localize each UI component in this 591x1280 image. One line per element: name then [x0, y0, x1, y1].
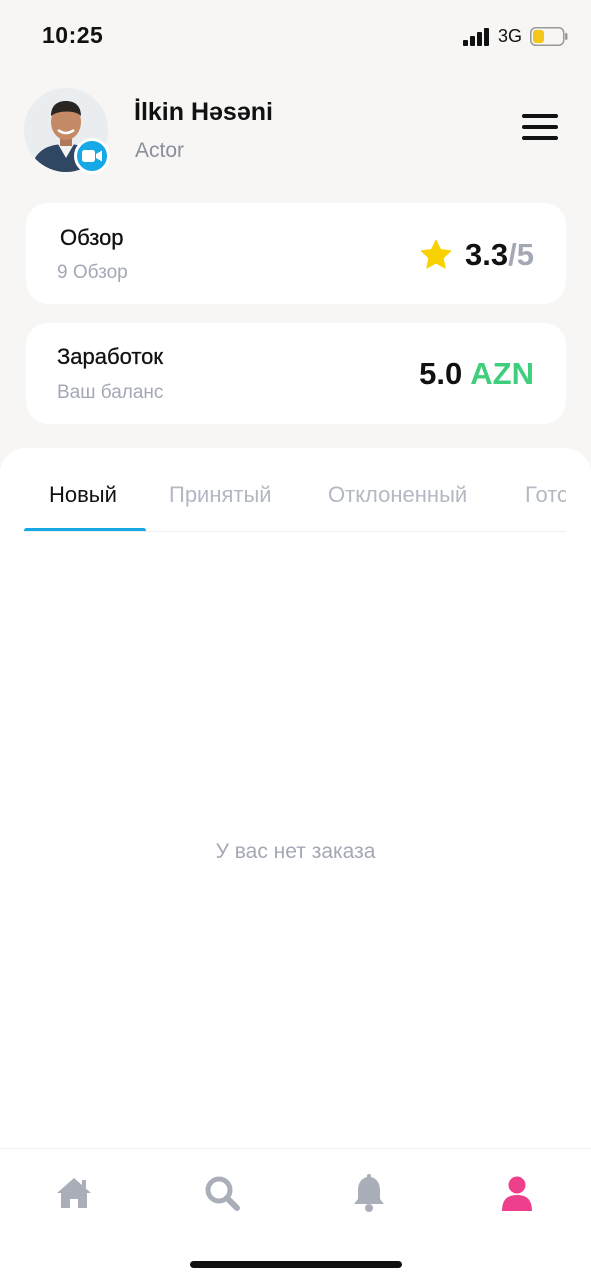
review-card-title: Обзор	[60, 225, 124, 250]
nav-home[interactable]	[54, 1173, 94, 1213]
balance-currency: AZN	[470, 356, 534, 391]
balance-value: 5.0 AZN	[419, 356, 534, 392]
bell-icon	[354, 1174, 384, 1212]
star-icon	[420, 239, 452, 269]
video-camera-icon	[82, 150, 102, 162]
order-tabs: Новый Принятый Отклоненный Готово	[24, 448, 566, 532]
signal-icon	[463, 28, 489, 46]
active-tab-indicator	[24, 528, 146, 531]
hamburger-icon-line	[522, 136, 558, 140]
home-icon	[57, 1178, 91, 1208]
review-card[interactable]: Обзор 9 Обзор 3.3/5	[26, 203, 566, 304]
profile-name: İlkin Həsəni	[134, 98, 273, 126]
video-badge	[74, 138, 110, 174]
search-icon	[205, 1176, 240, 1211]
avatar[interactable]	[24, 88, 110, 174]
review-count: 9 Обзор	[57, 262, 128, 283]
battery-icon	[530, 27, 568, 46]
orders-panel: Новый Принятый Отклоненный Готово У вас …	[0, 448, 591, 1148]
tab-rejected[interactable]: Отклоненный	[328, 482, 467, 508]
hamburger-icon-line	[522, 125, 558, 129]
earnings-card[interactable]: Заработок Ваш баланс 5.0 AZN	[26, 323, 566, 424]
balance-amount: 5.0	[419, 356, 463, 391]
status-bar: 10:25 3G	[0, 0, 591, 72]
earnings-card-title: Заработок	[57, 344, 164, 369]
profile-role: Actor	[135, 139, 185, 162]
tab-new[interactable]: Новый	[49, 482, 117, 508]
hamburger-icon-line	[522, 114, 558, 118]
user-icon	[502, 1176, 532, 1211]
nav-notifications[interactable]	[349, 1173, 389, 1213]
nav-profile[interactable]	[497, 1173, 537, 1213]
balance-label: Ваш баланс	[57, 382, 164, 403]
menu-button[interactable]	[522, 114, 562, 144]
rating-max: /5	[508, 237, 534, 272]
nav-search[interactable]	[202, 1173, 242, 1213]
network-label: 3G	[498, 26, 523, 46]
rating-value: 3.3	[465, 237, 509, 272]
tab-accepted[interactable]: Принятый	[169, 482, 272, 508]
tab-done[interactable]: Готово	[525, 482, 566, 508]
bottom-nav	[0, 1148, 591, 1280]
rating: 3.3/5	[419, 237, 534, 273]
home-indicator	[190, 1261, 402, 1268]
status-time: 10:25	[42, 22, 104, 48]
empty-state-text: У вас нет заказа	[215, 840, 376, 863]
